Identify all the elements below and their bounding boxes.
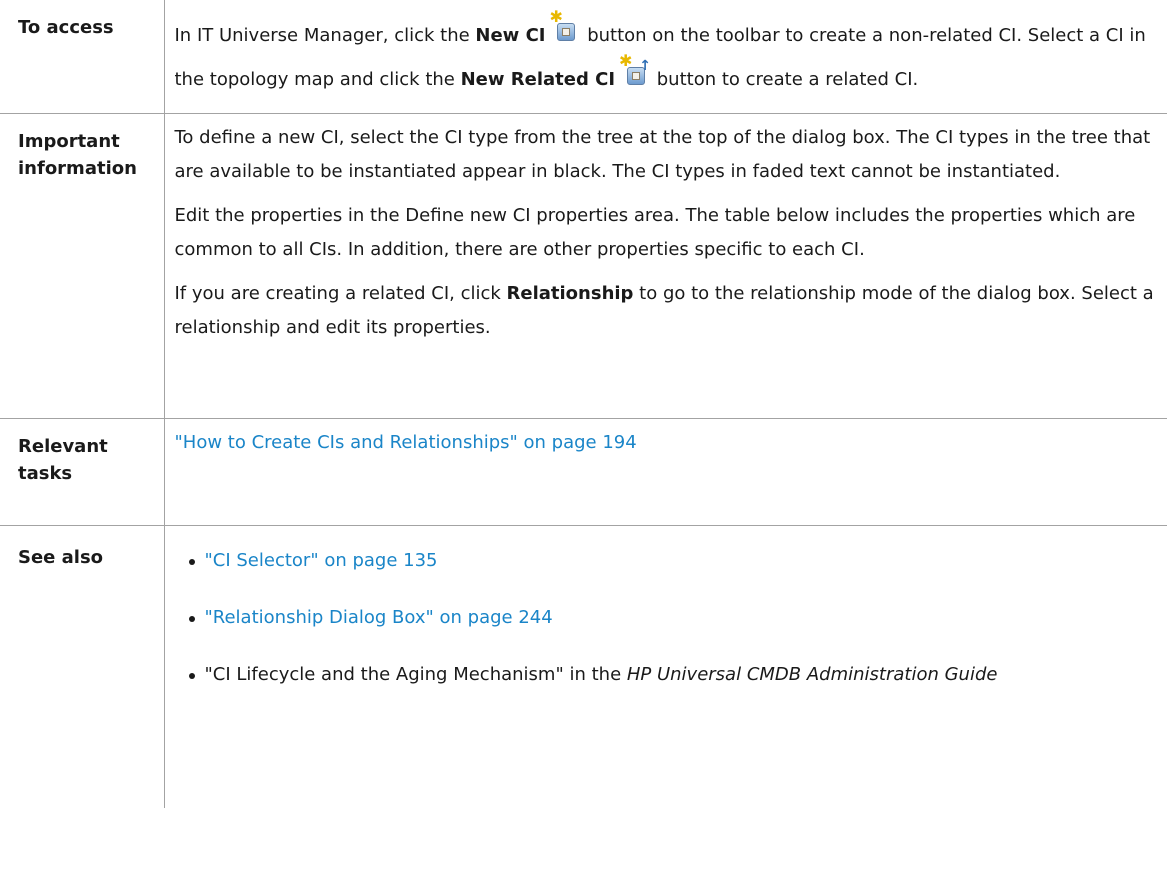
to-access-paragraph: In IT Universe Manager, click the New CI… [174,9,1156,102]
row-label-to-access: To access [0,0,165,114]
row-to-access: To access In IT Universe Manager, click … [0,0,1167,114]
relationship-dialog-box-link[interactable]: "Relationship Dialog Box" on page 244 [205,607,553,628]
row-label-see-also: See also [0,524,165,808]
list-item: "Relationship Dialog Box" on page 244 [188,601,1156,635]
list-item: "CI Selector" on page 135 [188,544,1156,578]
row-see-also: See also "CI Selector" on page 135 "Rela… [0,524,1167,808]
see-also-content: "CI Selector" on page 135 "Relationship … [163,524,1167,808]
row-important-information: Important information To define a new CI… [0,112,1167,419]
new-ci-label: New CI [475,25,546,46]
list-item: "CI Lifecycle and the Aging Mechanism" i… [188,658,1156,692]
new-related-ci-icon: ✱ ↑ [619,53,651,89]
ci-lifecycle-text: "CI Lifecycle and the Aging Mechanism" i… [204,663,627,685]
relationship-text-before: If you are creating a related CI, click [174,282,507,304]
important-paragraph-2: Edit the properties in the Define new CI… [174,204,1136,260]
ci-selector-link[interactable]: "CI Selector" on page 135 [205,550,438,571]
how-to-create-cis-link[interactable]: "How to Create CIs and Relationships" on… [175,432,637,453]
to-access-content: In IT Universe Manager, click the New CI… [163,0,1167,114]
row-relevant-tasks: Relevant tasks "How to Create CIs and Re… [0,417,1167,526]
important-paragraph-1: To define a new CI, select the CI type f… [174,126,1151,182]
important-information-content: To define a new CI, select the CI type f… [163,112,1167,419]
to-access-text-3: button to create a related CI. [651,69,919,90]
row-label-relevant-tasks: Relevant tasks [0,417,165,526]
row-label-important-information: Important information [0,112,165,419]
admin-guide-title: HP Universal CMDB Administration Guide [626,663,998,685]
see-also-list: "CI Selector" on page 135 "Relationship … [175,544,1156,692]
important-paragraph-3: If you are creating a related CI, click … [175,277,1156,345]
to-access-text-1: In IT Universe Manager, click the [174,25,476,46]
info-table: To access In IT Universe Manager, click … [0,0,1167,808]
relationship-label: Relationship [506,282,634,304]
new-ci-icon: ✱ [549,9,577,45]
new-related-ci-label: New Related CI [460,69,616,90]
relevant-tasks-content: "How to Create CIs and Relationships" on… [163,417,1167,526]
